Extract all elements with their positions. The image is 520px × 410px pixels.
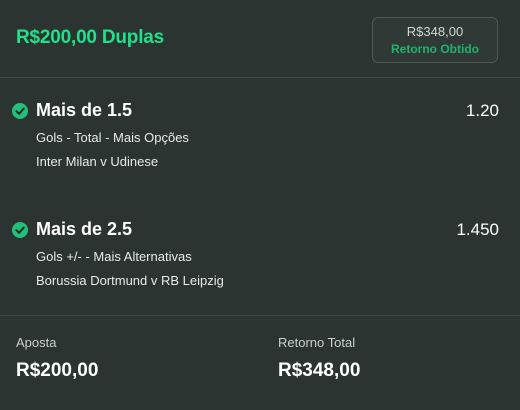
return-amount: R$348,00: [406, 24, 464, 39]
bet-footer: Aposta R$200,00 Retorno Total R$348,00: [0, 315, 520, 410]
return-obtained-badge: R$348,00 Retorno Obtido: [372, 17, 498, 63]
selection-market: Gols - Total - Mais Opções: [36, 130, 189, 145]
return-label: Retorno Obtido: [391, 42, 479, 56]
bet-header: R$200,00 Duplas R$348,00 Retorno Obtido: [0, 0, 520, 78]
selection-name: Mais de 2.5: [36, 219, 133, 239]
check-circle-icon: [12, 222, 28, 238]
stake-value: R$200,00: [16, 360, 99, 381]
selection-market: Gols +/- - Mais Alternativas: [36, 249, 192, 264]
selection-name: Mais de 1.5: [36, 100, 133, 120]
check-circle-icon: [12, 103, 28, 119]
bet-title: R$200,00 Duplas: [16, 27, 165, 48]
total-return-label: Retorno Total: [278, 335, 356, 350]
selection-event: Borussia Dortmund v RB Leipzig: [36, 273, 224, 288]
total-return-value: R$348,00: [278, 360, 361, 381]
selection-odds: 1.20: [465, 101, 499, 120]
selection-event: Inter Milan v Udinese: [36, 154, 159, 169]
selection-odds: 1.450: [456, 220, 499, 239]
stake-label: Aposta: [16, 335, 57, 350]
